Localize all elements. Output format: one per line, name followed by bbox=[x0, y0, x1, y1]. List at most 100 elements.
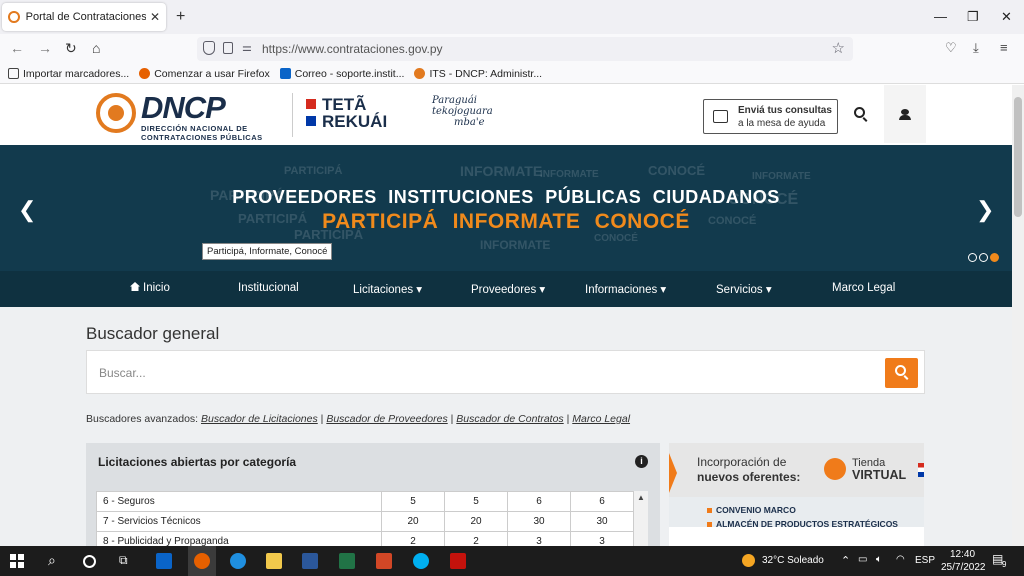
url-text[interactable]: https://www.contrataciones.gov.py bbox=[262, 42, 443, 56]
weather-text[interactable]: 32°C Soleado bbox=[762, 555, 824, 566]
powerpoint-icon[interactable] bbox=[376, 553, 392, 569]
search-input[interactable]: Buscar... bbox=[99, 366, 146, 380]
acrobat-icon[interactable] bbox=[450, 553, 466, 569]
nav-item-servicios[interactable]: Servicios ▾ bbox=[716, 282, 772, 296]
pocket-icon[interactable]: ♡ bbox=[945, 40, 957, 56]
bookmarks-bar: Importar marcadores... Comenzar a usar F… bbox=[0, 64, 1024, 84]
tienda-virtual-promo[interactable]: Incorporación de nuevos oferentes: Tiend… bbox=[669, 443, 924, 546]
clock-time[interactable]: 12:40 bbox=[950, 549, 975, 560]
bookmark-star-icon[interactable]: ☆ bbox=[832, 39, 845, 57]
link-buscador-licitaciones[interactable]: Buscador de Licitaciones bbox=[201, 413, 318, 425]
search-icon[interactable] bbox=[854, 107, 865, 118]
table-cell: 7 - Servicios Técnicos bbox=[96, 511, 382, 532]
scrollbar-thumb[interactable] bbox=[1014, 97, 1022, 217]
edge-taskbar-icon[interactable] bbox=[230, 553, 246, 569]
dncp-logo-icon[interactable] bbox=[96, 93, 136, 133]
back-icon[interactable]: ← bbox=[10, 40, 24, 56]
bookmark-item[interactable]: Correo - soporte.instit... bbox=[279, 68, 404, 80]
user-button[interactable] bbox=[884, 85, 926, 143]
tab-title: Portal de Contrataciones Públic bbox=[25, 11, 146, 23]
home-icon bbox=[130, 282, 140, 291]
user-icon-body bbox=[899, 115, 911, 120]
wifi-icon[interactable]: ◠ bbox=[896, 554, 905, 565]
link-buscador-proveedores[interactable]: Buscador de Proveedores bbox=[326, 413, 447, 425]
battery-icon[interactable]: ▭ bbox=[858, 554, 867, 565]
address-bar[interactable]: ⚌ https://www.contrataciones.gov.py ☆ bbox=[197, 37, 853, 61]
file-explorer-icon[interactable] bbox=[266, 553, 282, 569]
carousel-dot[interactable] bbox=[979, 253, 988, 262]
search-button[interactable] bbox=[885, 358, 918, 388]
lock-icon[interactable] bbox=[223, 42, 233, 54]
search-icon[interactable]: ⌕ bbox=[48, 552, 56, 569]
help-desk-button[interactable]: Enviá tus consultas a la mesa de ayuda bbox=[703, 99, 838, 134]
home-icon[interactable]: ⌂ bbox=[92, 40, 100, 56]
carousel-dot[interactable] bbox=[968, 253, 977, 262]
link-marco-legal[interactable]: Marco Legal bbox=[572, 413, 630, 425]
carousel-next-icon[interactable]: ❯ bbox=[976, 197, 994, 223]
flag-blue-square bbox=[306, 116, 316, 126]
new-tab-icon[interactable]: + bbox=[176, 8, 185, 26]
language-indicator[interactable]: ESP bbox=[915, 555, 935, 566]
skype-icon[interactable] bbox=[413, 553, 429, 569]
reload-icon[interactable]: ↻ bbox=[65, 40, 77, 57]
advanced-search-links: Buscadores avanzados: Buscador de Licita… bbox=[86, 413, 631, 425]
nav-item-institucional[interactable]: Institucional bbox=[238, 282, 299, 294]
menu-icon[interactable]: ≡ bbox=[1000, 40, 1008, 55]
word-icon[interactable] bbox=[302, 553, 318, 569]
header-divider bbox=[292, 93, 293, 137]
close-window-icon[interactable]: ✕ bbox=[1001, 9, 1012, 25]
nav-item-inicio[interactable]: Inicio bbox=[130, 282, 170, 294]
volume-icon[interactable]: 🔈︎ bbox=[876, 554, 882, 565]
excel-icon[interactable] bbox=[339, 553, 355, 569]
site-header: DNCP DIRECCIÓN NACIONAL DE CONTRATACIONE… bbox=[0, 85, 1012, 145]
table-cell: 20 bbox=[444, 511, 508, 532]
wordcloud-word: INFORMATE bbox=[540, 169, 599, 180]
cortana-icon[interactable] bbox=[83, 555, 96, 568]
table-scrollbar[interactable]: ▲ bbox=[634, 491, 648, 546]
close-tab-icon[interactable]: ✕ bbox=[150, 10, 160, 24]
paraguai-line: mba'e bbox=[454, 117, 485, 128]
banner-tooltip: Participá, Informate, Conocé bbox=[202, 243, 333, 260]
outlook-taskbar-icon[interactable] bbox=[156, 553, 172, 569]
tracking-shield-icon[interactable] bbox=[203, 41, 215, 55]
info-icon[interactable]: i bbox=[635, 455, 648, 468]
nav-item-marco-legal[interactable]: Marco Legal bbox=[832, 282, 895, 294]
search-icon bbox=[895, 365, 906, 376]
weather-icon[interactable] bbox=[742, 554, 755, 567]
carousel-dot-active[interactable] bbox=[990, 253, 999, 262]
permissions-icon[interactable]: ⚌ bbox=[242, 41, 252, 54]
paraguai-line: Paraguái bbox=[432, 95, 477, 106]
page-scrollbar[interactable] bbox=[1012, 85, 1024, 546]
browser-tab[interactable]: Portal de Contrataciones Públic ✕ bbox=[2, 3, 166, 31]
task-view-icon[interactable]: ⧉ bbox=[119, 553, 128, 568]
table-cell: 2 bbox=[444, 531, 508, 546]
minimize-icon[interactable]: — bbox=[934, 9, 947, 24]
outlook-icon bbox=[279, 68, 291, 79]
link-buscador-contratos[interactable]: Buscador de Contratos bbox=[456, 413, 563, 425]
bookmark-item[interactable]: Comenzar a usar Firefox bbox=[139, 68, 270, 80]
clock-date[interactable]: 25/7/2022 bbox=[941, 562, 986, 573]
forward-icon[interactable]: → bbox=[38, 40, 52, 56]
windows-start-icon[interactable] bbox=[10, 554, 24, 568]
bookmark-item[interactable]: Importar marcadores... bbox=[8, 68, 129, 80]
bookmark-item[interactable]: ITS - DNCP: Administr... bbox=[414, 68, 542, 80]
restore-icon[interactable]: ❐ bbox=[967, 9, 979, 25]
bookmark-label: Importar marcadores... bbox=[23, 67, 130, 80]
nav-item-informaciones[interactable]: Informaciones ▾ bbox=[585, 282, 666, 296]
nav-item-licitaciones[interactable]: Licitaciones ▾ bbox=[353, 282, 422, 296]
firefox-taskbar-icon[interactable] bbox=[194, 553, 210, 569]
edit-icon bbox=[713, 110, 728, 123]
promo-bullet-text: CONVENIO MARCO bbox=[716, 505, 796, 515]
downloads-icon[interactable]: ⤓ bbox=[973, 40, 979, 56]
table-row: 7 - Servicios Técnicos 20 20 30 30 bbox=[96, 511, 634, 532]
scroll-up-icon[interactable]: ▲ bbox=[637, 493, 645, 502]
help-line1: Enviá tus consultas bbox=[738, 105, 832, 116]
tray-chevron-icon[interactable]: ⌃ bbox=[841, 554, 850, 567]
table-cell: 3 bbox=[507, 531, 571, 546]
table-cell: 6 - Seguros bbox=[96, 491, 382, 512]
logo-name[interactable]: DNCP bbox=[141, 90, 226, 126]
nav-item-proveedores[interactable]: Proveedores ▾ bbox=[471, 282, 545, 296]
promo-bullet: ALMACÉN DE PRODUCTOS ESTRATÉGICOS bbox=[707, 519, 898, 529]
carousel-prev-icon[interactable]: ❮ bbox=[18, 197, 36, 223]
carousel-indicators bbox=[968, 253, 999, 262]
